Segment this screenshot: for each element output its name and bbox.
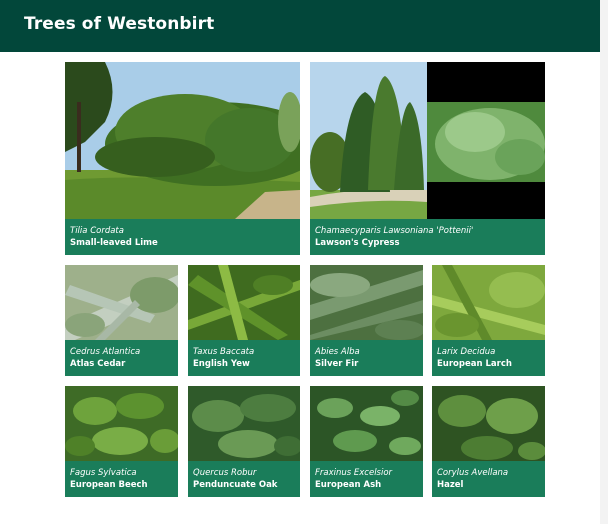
tree-photo-hazel <box>432 386 545 461</box>
tree-latin-name: Fraxinus Excelsior <box>315 468 393 478</box>
tree-photo-english-yew <box>188 265 300 340</box>
page-title: Trees of Westonbirt <box>24 14 215 34</box>
tree-card-european-beech[interactable]: Fagus Sylvatica European Beech <box>65 386 178 497</box>
tree-photo-silver-fir <box>310 265 423 340</box>
tree-card-small-leaved-lime[interactable]: Tilia Cordata Small-leaved Lime <box>65 62 300 255</box>
tree-card-english-yew[interactable]: Taxus Baccata English Yew <box>188 265 300 376</box>
tree-card-european-ash[interactable]: Fraxinus Excelsior European Ash <box>310 386 423 497</box>
tree-photo-european-larch <box>432 265 545 340</box>
tree-latin-name: Larix Decidua <box>437 347 496 357</box>
site-header: Trees of Westonbirt <box>0 0 600 52</box>
tree-common-name: Silver Fir <box>315 359 359 369</box>
tree-latin-name: Abies Alba <box>315 347 360 357</box>
scrollbar-track[interactable] <box>600 0 608 524</box>
tree-card-lawsons-cypress[interactable]: Chamaecyparis Lawsoniana 'Pottenii' Laws… <box>310 62 545 255</box>
tree-card-penduncuate-oak[interactable]: Quercus Robur Penduncuate Oak <box>188 386 300 497</box>
tree-photo-lawsons-cypress <box>310 62 545 219</box>
tree-common-name: Lawson's Cypress <box>315 238 400 248</box>
tree-common-name: Hazel <box>437 480 464 490</box>
tree-common-name: Small-leaved Lime <box>70 238 158 248</box>
tree-card-hazel[interactable]: Corylus Avellana Hazel <box>432 386 545 497</box>
tree-card-european-larch[interactable]: Larix Decidua European Larch <box>432 265 545 376</box>
tree-common-name: European Ash <box>315 480 382 490</box>
tree-photo-european-ash <box>310 386 423 461</box>
tree-photo-penduncuate-oak <box>188 386 300 461</box>
tree-latin-name: Chamaecyparis Lawsoniana 'Pottenii' <box>315 226 474 236</box>
tree-photo-small-leaved-lime <box>65 62 300 219</box>
tree-photo-european-beech <box>65 386 178 461</box>
tree-latin-name: Corylus Avellana <box>437 468 509 478</box>
tree-latin-name: Tilia Cordata <box>70 226 124 236</box>
tree-common-name: Atlas Cedar <box>70 359 126 369</box>
tree-card-atlas-cedar[interactable]: Cedrus Atlantica Atlas Cedar <box>65 265 178 376</box>
tree-card-silver-fir[interactable]: Abies Alba Silver Fir <box>310 265 423 376</box>
tree-common-name: Penduncuate Oak <box>193 480 278 490</box>
tree-common-name: European Beech <box>70 480 148 490</box>
tree-latin-name: Quercus Robur <box>193 468 257 478</box>
tree-photo-atlas-cedar <box>65 265 178 340</box>
tree-latin-name: Fagus Sylvatica <box>70 468 137 478</box>
tree-latin-name: Cedrus Atlantica <box>70 347 141 357</box>
tree-latin-name: Taxus Baccata <box>193 347 255 357</box>
tree-common-name: English Yew <box>193 359 250 369</box>
tree-common-name: European Larch <box>437 359 512 369</box>
